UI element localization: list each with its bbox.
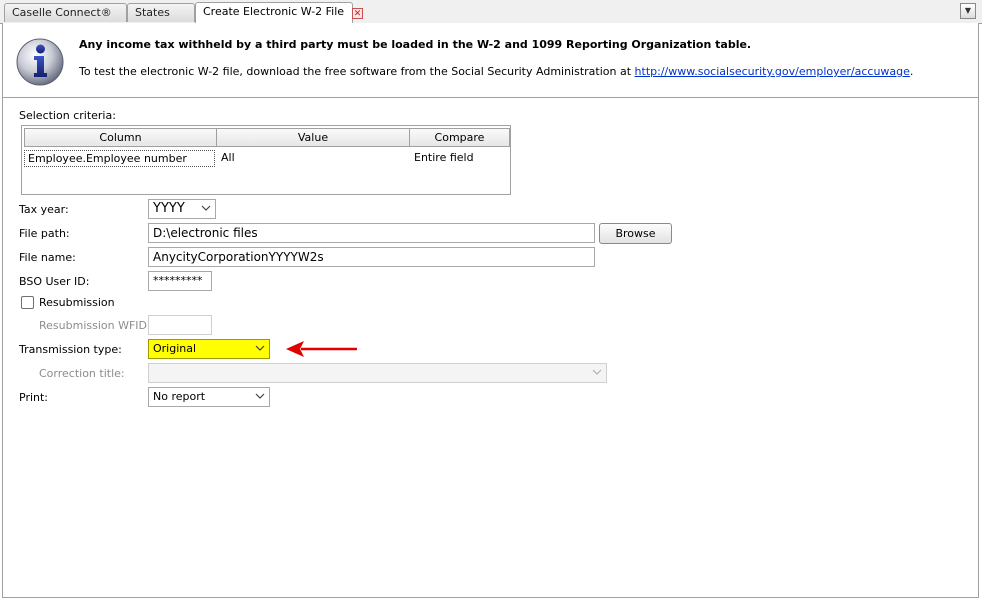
tab-label: Create Electronic W-2 File — [203, 5, 345, 18]
chevron-down-icon — [255, 345, 265, 351]
tax-year-label: Tax year: — [19, 203, 69, 216]
column-header-column[interactable]: Column — [24, 128, 217, 147]
transmission-type-label: Transmission type: — [19, 343, 122, 356]
print-label: Print: — [19, 391, 49, 404]
selection-criteria-label: Selection criteria: — [19, 109, 116, 122]
grid-cell-compare[interactable]: Entire field — [411, 150, 509, 167]
info-warning-text: Any income tax withheld by a third party… — [79, 38, 752, 51]
browse-button[interactable]: Browse — [599, 223, 672, 244]
grid-cell-column[interactable]: Employee.Employee number — [24, 150, 215, 167]
tax-year-dropdown[interactable]: YYYY — [148, 199, 216, 219]
column-header-compare[interactable]: Compare — [409, 128, 510, 147]
correction-title-label: Correction title: — [39, 367, 125, 380]
transmission-type-dropdown[interactable]: Original — [148, 339, 270, 359]
tab-label: States — [135, 6, 170, 19]
transmission-type-value: Original — [153, 342, 197, 355]
print-dropdown[interactable]: No report — [148, 387, 270, 407]
chevron-down-icon — [255, 393, 265, 399]
tab-label: Caselle Connect® — [12, 6, 112, 19]
accuwage-link[interactable]: http://www.socialsecurity.gov/employer/a… — [635, 65, 910, 78]
info-download-suffix: . — [909, 65, 914, 78]
tab-create-electronic-w2-file[interactable]: Create Electronic W-2 File ✕ — [195, 2, 364, 23]
content-frame: Any income tax withheld by a third party… — [2, 23, 979, 598]
resubmission-checkbox[interactable] — [21, 296, 34, 309]
bso-user-id-label: BSO User ID: — [19, 275, 90, 288]
tab-caselle-connect[interactable]: Caselle Connect® — [4, 3, 127, 22]
info-banner: Any income tax withheld by a third party… — [3, 23, 978, 98]
close-icon[interactable]: ✕ — [352, 8, 364, 19]
info-download-text: To test the electronic W-2 file, downloa… — [79, 65, 635, 78]
resubmission-label: Resubmission — [39, 296, 115, 309]
tab-states[interactable]: States — [127, 3, 195, 22]
tab-strip: Caselle Connect® States Create Electroni… — [0, 0, 982, 24]
print-value: No report — [153, 390, 206, 403]
column-header-value[interactable]: Value — [216, 128, 410, 147]
file-path-label: File path: — [19, 227, 70, 240]
file-path-input[interactable]: D:\electronic files — [148, 223, 595, 243]
chevron-down-icon — [201, 205, 211, 211]
red-arrow-icon — [286, 341, 357, 357]
resubmission-wfid-label: Resubmission WFID: — [39, 319, 151, 332]
selection-criteria-grid[interactable]: Column Value Compare Employee.Employee n… — [21, 125, 511, 195]
info-icon — [16, 38, 64, 86]
grid-cell-value[interactable]: All — [218, 150, 408, 167]
resubmission-wfid-input[interactable] — [148, 315, 212, 335]
correction-title-dropdown[interactable] — [148, 363, 607, 383]
file-name-label: File name: — [19, 251, 76, 264]
bso-user-id-input[interactable]: ********* — [148, 271, 212, 291]
chevron-down-icon[interactable]: ▼ — [960, 3, 976, 19]
file-name-input[interactable]: AnycityCorporationYYYYW2s — [148, 247, 595, 267]
chevron-down-icon — [592, 369, 602, 375]
tax-year-value: YYYY — [153, 201, 185, 216]
info-download-line: To test the electronic W-2 file, downloa… — [79, 65, 913, 78]
